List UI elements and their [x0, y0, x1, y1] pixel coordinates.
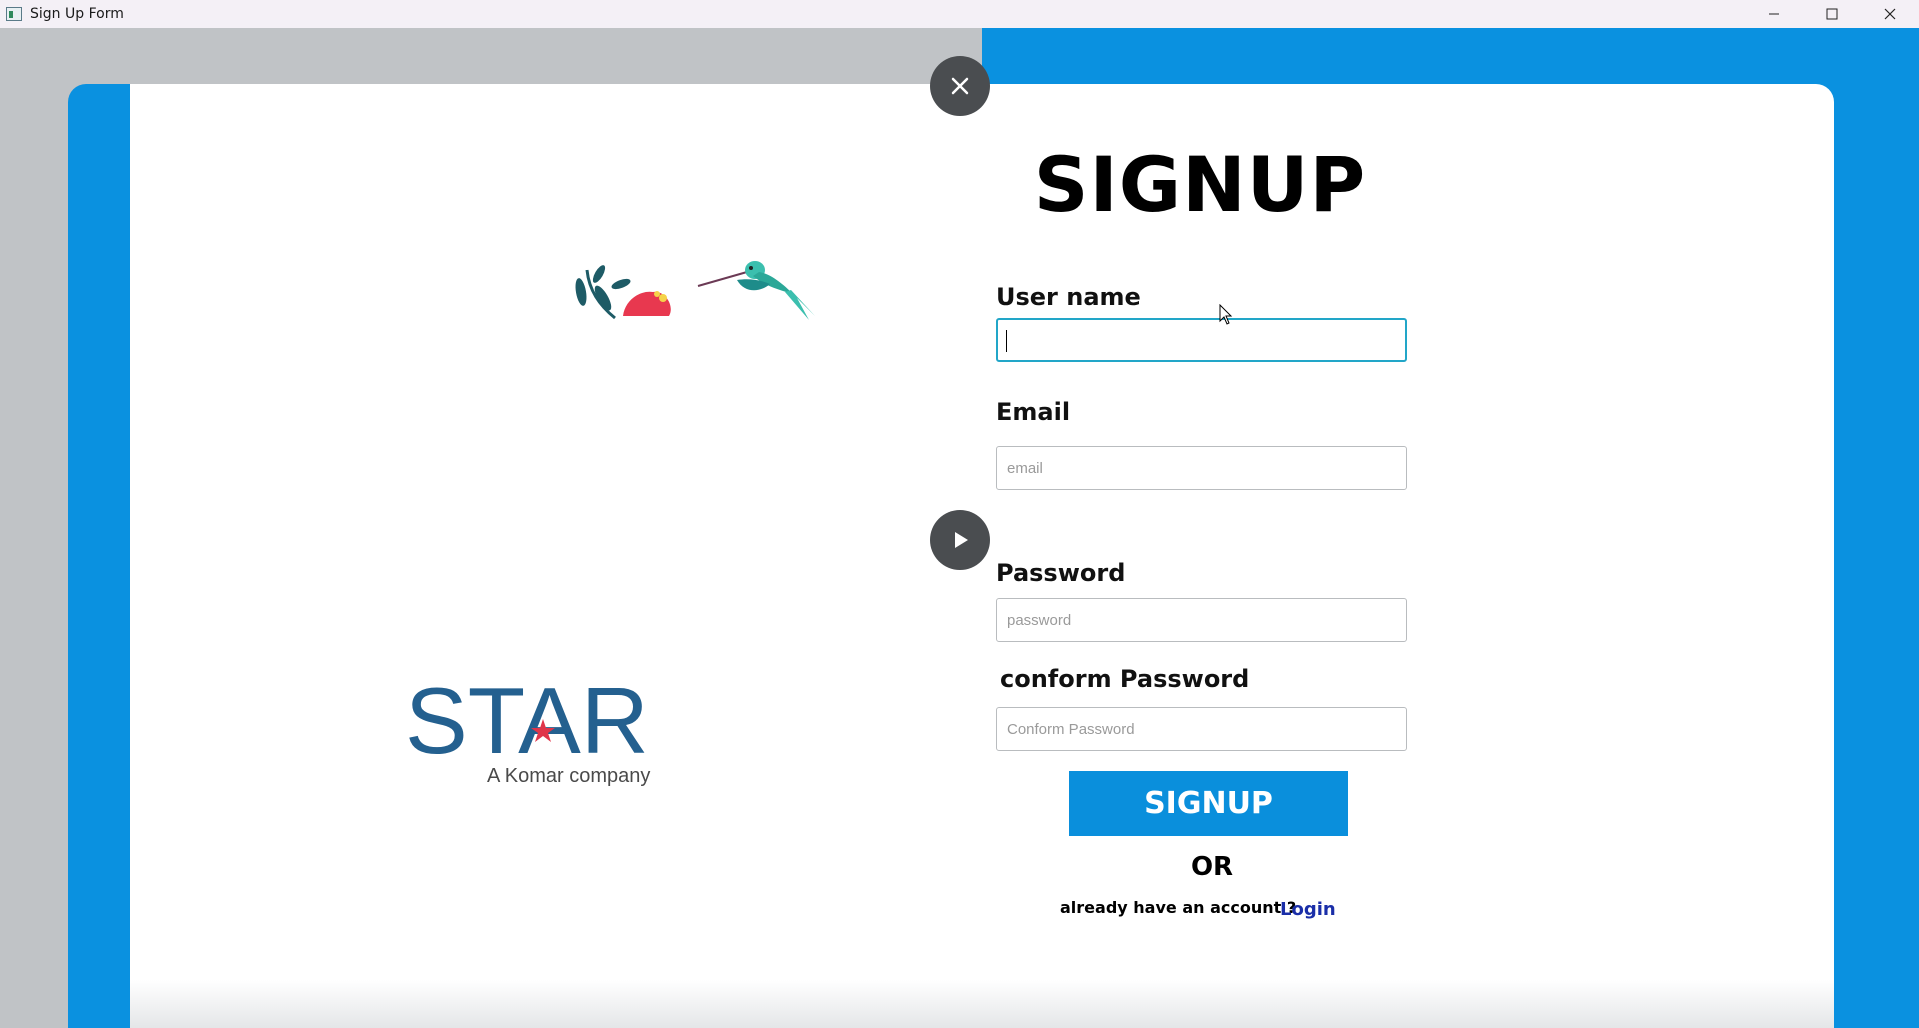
close-icon[interactable]	[1861, 0, 1919, 28]
mouse-pointer-icon	[1219, 304, 1233, 325]
username-input[interactable]	[996, 318, 1407, 362]
email-input[interactable]	[996, 446, 1407, 490]
confirm-password-input[interactable]	[996, 707, 1407, 751]
close-button[interactable]	[930, 56, 990, 116]
app-icon	[6, 7, 22, 21]
minimize-icon[interactable]	[1745, 0, 1803, 28]
star-logo-text: STAR	[405, 675, 649, 773]
password-label: Password	[996, 559, 1126, 587]
text-caret	[1006, 330, 1007, 352]
star-logo: STAR A Komar company	[405, 675, 650, 787]
password-input[interactable]	[996, 598, 1407, 642]
maximize-icon[interactable]	[1803, 0, 1861, 28]
confirm-password-label: conform Password	[1000, 665, 1250, 693]
signup-button[interactable]: SIGNUP	[1069, 771, 1348, 836]
username-label: User name	[996, 283, 1141, 311]
login-link[interactable]: Login	[1280, 899, 1336, 920]
card-bottom-fade	[130, 980, 1834, 1028]
window-title: Sign Up Form	[30, 6, 124, 22]
hummingbird-flower-illustration	[575, 261, 815, 320]
play-icon	[955, 532, 968, 548]
or-divider: OR	[1190, 852, 1234, 882]
window-controls	[1745, 0, 1919, 28]
email-label: Email	[996, 398, 1071, 426]
have-account-text: already have an account ?	[1060, 898, 1297, 917]
play-button[interactable]	[930, 510, 990, 570]
star-logo-subtitle: A Komar company	[487, 765, 650, 787]
page-title: SIGNUP	[1033, 140, 1367, 229]
close-x-icon	[951, 77, 969, 95]
window-titlebar: Sign Up Form	[0, 0, 1919, 28]
